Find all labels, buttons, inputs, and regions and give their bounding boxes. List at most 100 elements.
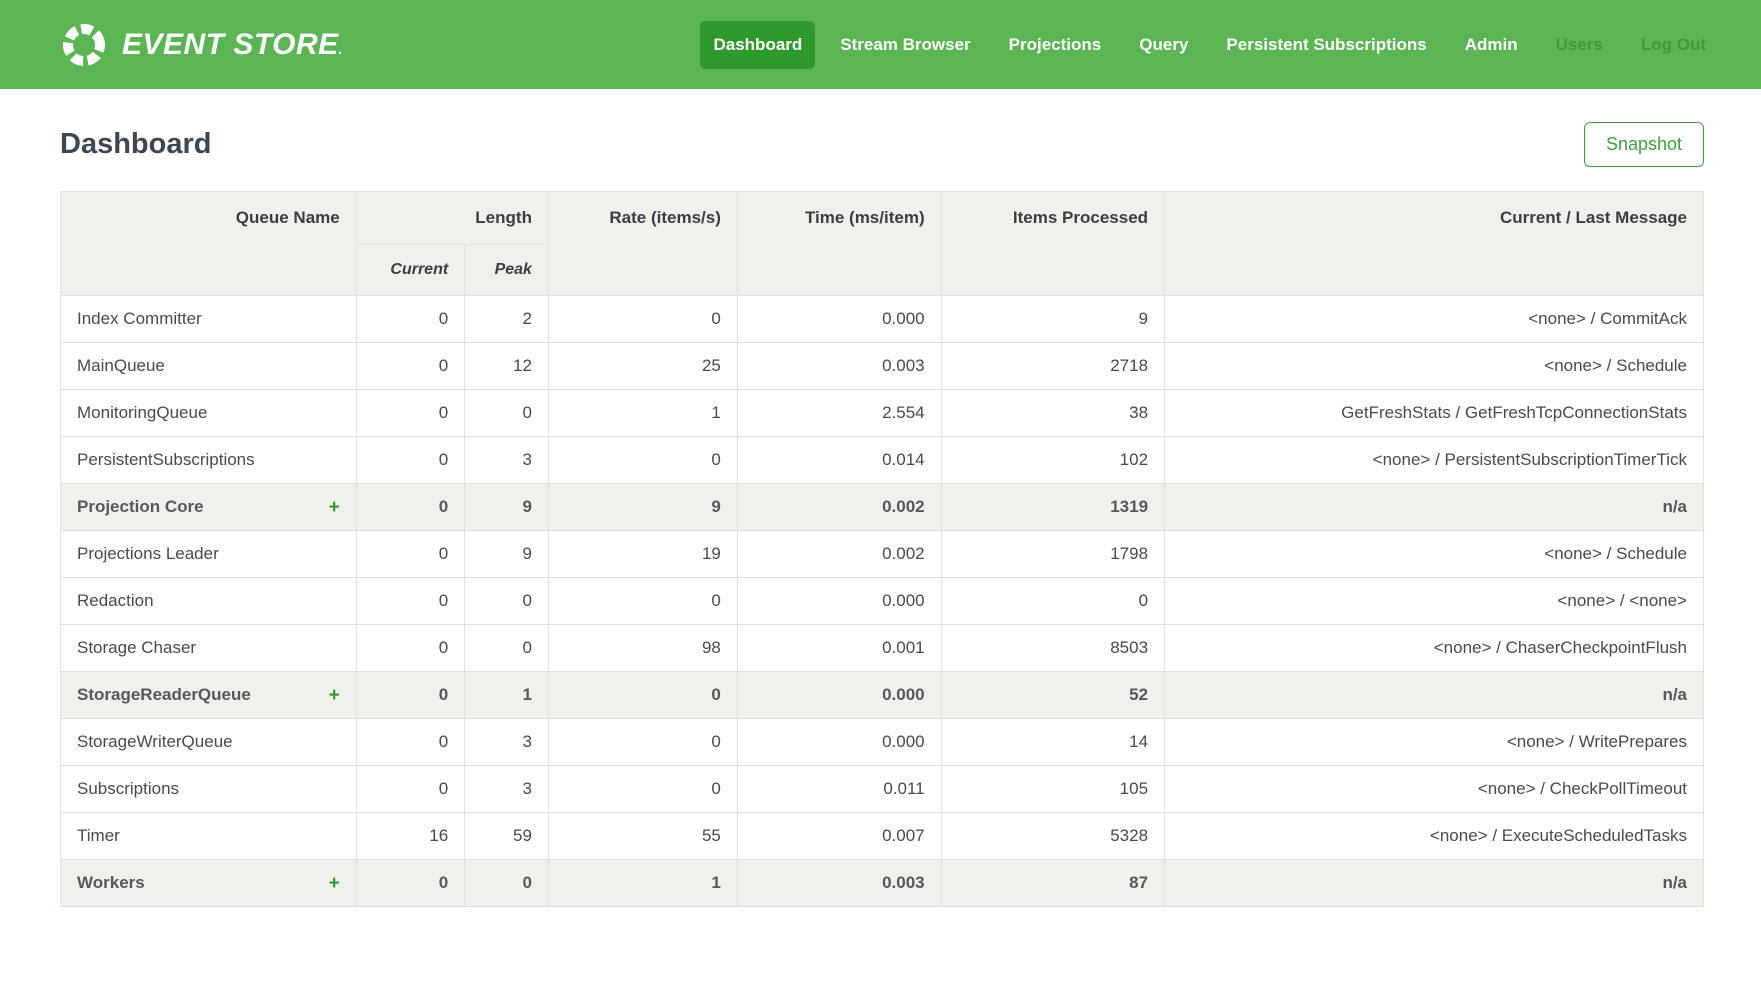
cell-message: n/a (1165, 860, 1704, 907)
cell-items-processed: 1798 (941, 531, 1164, 578)
table-row: Index Committer 0 2 0 0.000 9 <none> / C… (61, 296, 1704, 343)
cell-message: <none> / PersistentSubscriptionTimerTick (1165, 437, 1704, 484)
queues-table: Queue Name Length Rate (items/s) Time (m… (60, 191, 1704, 907)
cell-items-processed: 38 (941, 390, 1164, 437)
cell-time: 0.014 (737, 437, 941, 484)
cell-rate: 1 (548, 390, 737, 437)
column-header-queue-name: Queue Name (61, 192, 357, 296)
cell-current: 0 (356, 860, 464, 907)
expand-plus-icon[interactable]: + (329, 686, 340, 705)
table-row: Projections Leader 0 9 19 0.002 1798 <no… (61, 531, 1704, 578)
queue-name-label: StorageWriterQueue (77, 732, 233, 752)
cell-message: <none> / ChaserCheckpointFlush (1165, 625, 1704, 672)
cell-rate: 55 (548, 813, 737, 860)
cell-current: 0 (356, 531, 464, 578)
cell-items-processed: 5328 (941, 813, 1164, 860)
cell-message: n/a (1165, 484, 1704, 531)
nav-item-users[interactable]: Users (1543, 21, 1616, 69)
column-header-message: Current / Last Message (1165, 192, 1704, 296)
column-header-rate: Rate (items/s) (548, 192, 737, 296)
cell-peak: 0 (465, 578, 549, 625)
brand-name: EVENT STORE. (122, 28, 343, 62)
cell-peak: 3 (465, 719, 549, 766)
column-header-time: Time (ms/item) (737, 192, 941, 296)
cell-message: <none> / CheckPollTimeout (1165, 766, 1704, 813)
table-row: Timer 16 59 55 0.007 5328 <none> / Execu… (61, 813, 1704, 860)
queue-name-label: MainQueue (77, 356, 165, 376)
nav-item-log-out[interactable]: Log Out (1628, 21, 1719, 69)
cell-message: <none> / Schedule (1165, 531, 1704, 578)
queue-name-label: Subscriptions (77, 779, 179, 799)
cell-items-processed: 105 (941, 766, 1164, 813)
expand-plus-icon[interactable]: + (329, 498, 340, 517)
nav-item-dashboard[interactable]: Dashboard (700, 21, 815, 69)
cell-items-processed: 87 (941, 860, 1164, 907)
cell-items-processed: 102 (941, 437, 1164, 484)
cell-message: <none> / Schedule (1165, 343, 1704, 390)
table-row: StorageReaderQueue + 0 1 0 0.000 52 n/a (61, 672, 1704, 719)
nav-item-projections[interactable]: Projections (996, 21, 1115, 69)
cell-rate: 9 (548, 484, 737, 531)
queue-name-label: MonitoringQueue (77, 403, 207, 423)
nav-item-persistent-subscriptions[interactable]: Persistent Subscriptions (1213, 21, 1439, 69)
cell-rate: 0 (548, 672, 737, 719)
cell-time: 0.007 (737, 813, 941, 860)
cell-rate: 0 (548, 719, 737, 766)
table-row: MonitoringQueue 0 0 1 2.554 38 GetFreshS… (61, 390, 1704, 437)
cell-time: 0.000 (737, 296, 941, 343)
page-title: Dashboard (60, 128, 211, 161)
queue-name-label: StorageReaderQueue (77, 685, 251, 705)
column-header-items-processed: Items Processed (941, 192, 1164, 296)
expand-plus-icon[interactable]: + (329, 874, 340, 893)
queue-name-label: Storage Chaser (77, 638, 196, 658)
cell-time: 0.000 (737, 578, 941, 625)
cell-rate: 1 (548, 860, 737, 907)
nav-item-query[interactable]: Query (1126, 21, 1201, 69)
cell-time: 0.003 (737, 343, 941, 390)
cell-peak: 3 (465, 766, 549, 813)
cell-peak: 12 (465, 343, 549, 390)
cell-current: 16 (356, 813, 464, 860)
queue-name-label: Projections Leader (77, 544, 219, 564)
cell-current: 0 (356, 390, 464, 437)
cell-peak: 9 (465, 484, 549, 531)
cell-current: 0 (356, 766, 464, 813)
table-row: Redaction 0 0 0 0.000 0 <none> / <none> (61, 578, 1704, 625)
cell-rate: 0 (548, 578, 737, 625)
cell-peak: 0 (465, 625, 549, 672)
cell-current: 0 (356, 625, 464, 672)
nav-item-stream-browser[interactable]: Stream Browser (827, 21, 983, 69)
cell-peak: 9 (465, 531, 549, 578)
nav-item-admin[interactable]: Admin (1452, 21, 1531, 69)
cell-message: <none> / <none> (1165, 578, 1704, 625)
table-row: MainQueue 0 12 25 0.003 2718 <none> / Sc… (61, 343, 1704, 390)
queue-name-label: Timer (77, 826, 120, 846)
cell-message: <none> / CommitAck (1165, 296, 1704, 343)
column-subheader-current: Current (356, 245, 464, 296)
column-subheader-peak: Peak (465, 245, 549, 296)
cell-current: 0 (356, 719, 464, 766)
cell-current: 0 (356, 578, 464, 625)
cell-peak: 1 (465, 672, 549, 719)
cell-items-processed: 1319 (941, 484, 1164, 531)
cell-peak: 0 (465, 860, 549, 907)
cell-current: 0 (356, 672, 464, 719)
queues-table-container: Queue Name Length Rate (items/s) Time (m… (0, 167, 1761, 907)
table-row: PersistentSubscriptions 0 3 0 0.014 102 … (61, 437, 1704, 484)
event-store-ring-icon (60, 21, 108, 69)
brand-logo-link[interactable]: EVENT STORE. (60, 21, 343, 69)
table-row: Storage Chaser 0 0 98 0.001 8503 <none> … (61, 625, 1704, 672)
brand-suffix: . (339, 41, 343, 57)
queue-name-label: PersistentSubscriptions (77, 450, 255, 470)
cell-time: 0.001 (737, 625, 941, 672)
cell-rate: 98 (548, 625, 737, 672)
cell-peak: 2 (465, 296, 549, 343)
cell-message: <none> / WritePrepares (1165, 719, 1704, 766)
cell-rate: 0 (548, 296, 737, 343)
cell-peak: 3 (465, 437, 549, 484)
queue-table-body: Index Committer 0 2 0 0.000 9 <none> / C… (61, 296, 1704, 907)
snapshot-button[interactable]: Snapshot (1584, 122, 1704, 167)
cell-time: 0.011 (737, 766, 941, 813)
cell-items-processed: 8503 (941, 625, 1164, 672)
cell-time: 0.002 (737, 484, 941, 531)
